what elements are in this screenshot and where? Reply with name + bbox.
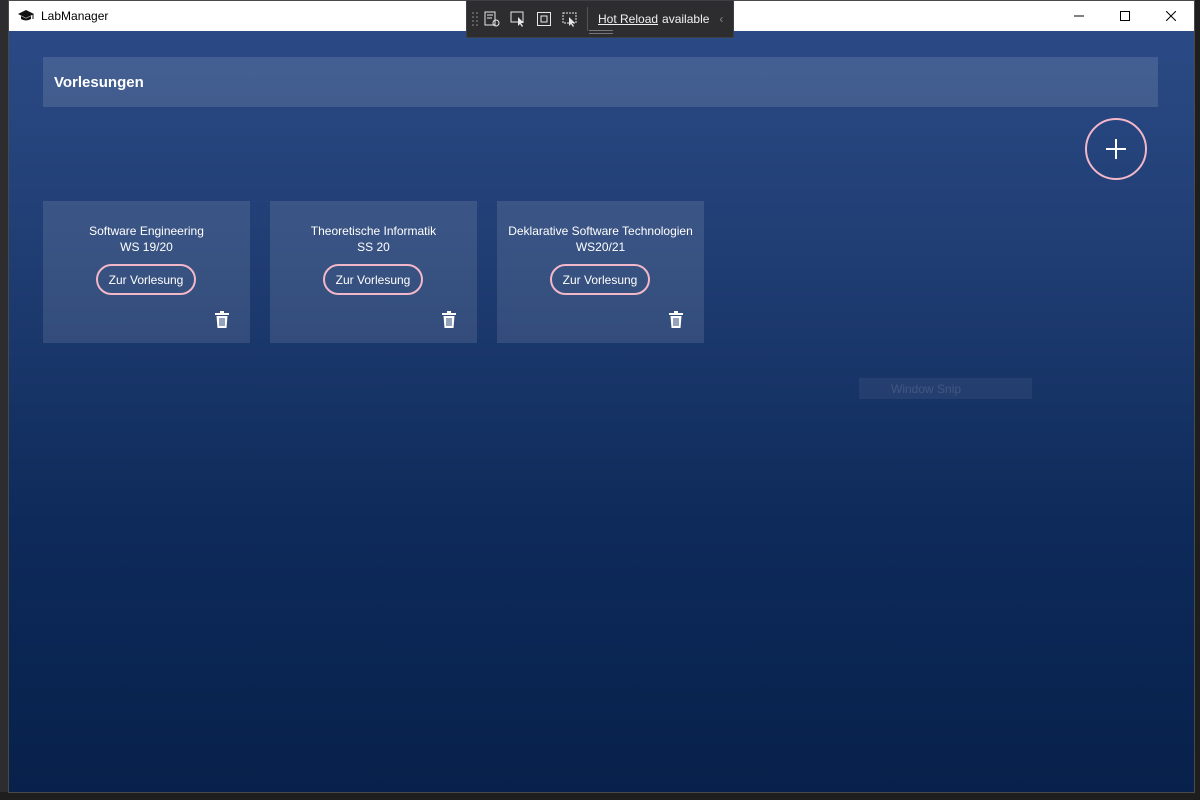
open-course-button[interactable]: Zur Vorlesung (96, 264, 196, 295)
toolbar-separator (587, 7, 588, 31)
add-course-button[interactable] (1085, 118, 1147, 180)
grip-icon[interactable] (471, 9, 479, 29)
close-icon (1166, 11, 1176, 21)
plus-icon (1106, 139, 1126, 159)
trash-icon[interactable] (668, 311, 684, 329)
course-card: Software Engineering WS 19/20 Zur Vorles… (43, 201, 250, 343)
close-button[interactable] (1148, 1, 1194, 31)
course-term: SS 20 (357, 240, 390, 254)
trash-icon[interactable] (214, 311, 230, 329)
course-name: Theoretische Informatik (310, 224, 437, 238)
minimize-icon (1074, 15, 1084, 17)
main-content: Vorlesungen Software Engineering WS 19/2… (9, 31, 1194, 792)
minimize-button[interactable] (1056, 1, 1102, 31)
maximize-button[interactable] (1102, 1, 1148, 31)
hot-reload-toolbar: Hot Reload available ‹ (466, 0, 734, 38)
app-window: LabManager Vorlesungen Software Engineer… (8, 0, 1195, 793)
course-term: WS20/21 (575, 240, 626, 254)
open-course-button[interactable]: Zur Vorlesung (323, 264, 423, 295)
hot-reload-link[interactable]: Hot Reload (598, 12, 658, 26)
course-card: Theoretische Informatik SS 20 Zur Vorles… (270, 201, 477, 343)
course-card: Deklarative Software Technologien WS20/2… (497, 201, 704, 343)
window-controls (1056, 1, 1194, 31)
maximize-icon (1120, 11, 1130, 21)
graduation-cap-icon (17, 7, 35, 25)
background-ide-bottom (0, 792, 1200, 800)
page-title: Vorlesungen (54, 73, 144, 91)
collapse-chevron-icon[interactable]: ‹ (719, 12, 723, 26)
course-name: Deklarative Software Technologien (508, 224, 693, 238)
course-name: Software Engineering (89, 224, 204, 238)
page-header: Vorlesungen (43, 57, 1158, 107)
track-focused-element-icon[interactable] (557, 6, 583, 32)
window-snip-overlay: Window Snip (859, 378, 1032, 399)
live-visual-tree-icon[interactable] (479, 6, 505, 32)
hot-reload-status: available (662, 12, 710, 26)
window-title: LabManager (41, 9, 109, 23)
display-layout-adorners-icon[interactable] (531, 6, 557, 32)
course-term: WS 19/20 (120, 240, 173, 254)
drag-handle[interactable] (589, 30, 613, 34)
select-element-icon[interactable] (505, 6, 531, 32)
trash-icon[interactable] (441, 311, 457, 329)
open-course-button[interactable]: Zur Vorlesung (550, 264, 650, 295)
background-ide-strip (0, 0, 8, 800)
